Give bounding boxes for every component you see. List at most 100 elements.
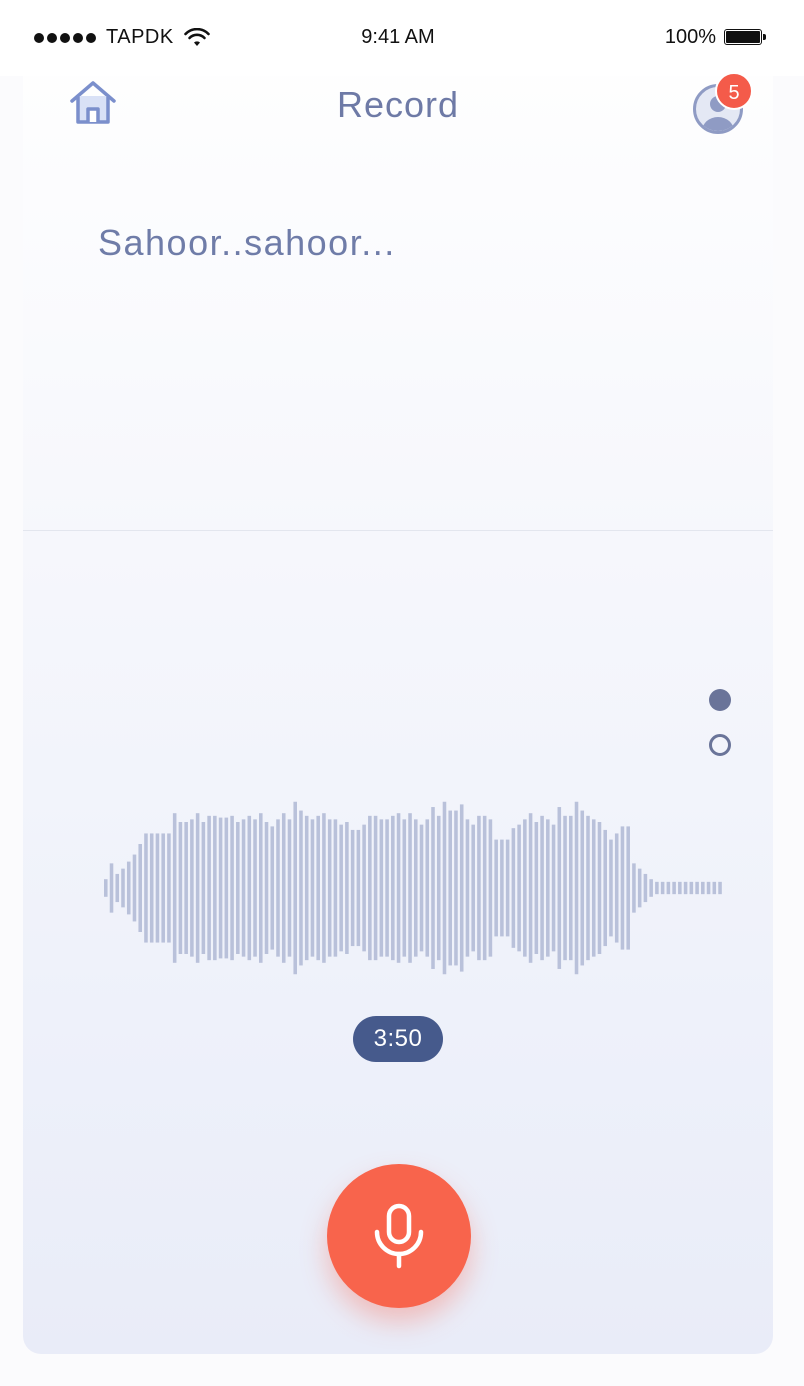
waveform-bar [517,824,521,952]
battery-percent: 100% [664,26,716,48]
waveform-bar [293,801,297,975]
waveform-bar [546,819,550,957]
status-right: 100% [665,26,766,49]
waveform-bar [373,815,378,961]
waveform-bar [350,829,355,947]
waveform-bar [540,815,544,961]
waveform-bar [471,824,475,952]
waveform-bar [402,819,407,957]
audio-waveform [104,801,722,975]
waveform-bar [121,868,125,908]
waveform-bar [609,839,613,937]
waveform-bar [385,819,389,957]
waveform-bar [563,815,567,961]
record-button[interactable] [327,1164,471,1308]
waveform-bar [391,815,395,961]
waveform-bar [172,813,177,963]
recording-timer: 3:50 [353,1016,443,1062]
navigation-bar: Record 5 [23,72,773,138]
waveform-bar [276,819,280,957]
waveform-bar [253,819,257,957]
waveform-bar [259,813,263,963]
waveform-bar [379,819,384,957]
waveform-bar [580,810,585,966]
waveform-bar [408,813,412,963]
waveform-bar [362,824,366,952]
waveform-bar [144,833,148,943]
waveform-bar [701,881,705,895]
waveform-bar [660,881,665,895]
waveform-bar [247,815,252,961]
waveform-bar [683,881,688,895]
waveform-bar [695,881,699,895]
waveform-bar [236,822,240,954]
waveform-bar [178,822,183,954]
waveform-bar [414,819,418,957]
waveform-bar [718,881,722,895]
waveform-bar [327,819,332,957]
waveform-bar [591,819,596,957]
waveform-bar [528,813,533,963]
status-bar: TAPDK 9:41 AM 100% [0,0,804,76]
waveform-bar [356,829,361,947]
waveform-bar [184,822,188,954]
waveform-bar [448,810,452,966]
waveform-bar [620,826,625,950]
waveform-bar [586,815,590,961]
waveform-bar [557,807,562,969]
waveform-bar [310,819,315,957]
waveform-bar [207,815,211,961]
waveform-bar [195,813,200,963]
waveform-bar [632,863,636,913]
waveform-bar [287,819,292,957]
waveform-bar [672,881,676,895]
waveform-bar [333,819,338,957]
page-title: Record [336,84,460,125]
waveform-bar [626,826,630,950]
waveform-bar [218,817,223,959]
waveform-bar [264,822,269,954]
waveform-bar [482,815,487,961]
waveform-bar [167,833,171,943]
microphone-icon [374,1203,424,1269]
waveform-bar [442,801,447,975]
page-indicator-active[interactable] [709,689,731,711]
waveform-bar [574,801,579,975]
waveform-bar [132,854,137,922]
waveform-bar [304,815,309,961]
waveform-bar [649,879,653,897]
waveform-bar [614,833,619,943]
waveform-bar [224,817,229,959]
waveform-bar [678,881,682,895]
waveform-bar [368,815,372,961]
waveform-bar [419,824,424,952]
waveform-bar [706,881,711,895]
waveform-bar [155,833,160,943]
waveform-bar [396,813,401,963]
waveform-bar [488,819,493,957]
waveform-bar [511,828,516,948]
waveform-bar [494,839,498,937]
section-divider [23,530,773,531]
app-screen [23,0,773,1354]
waveform-bar [241,819,246,957]
waveform-bar [104,879,108,897]
waveform-bar [270,826,275,950]
waveform-bar [213,815,217,961]
waveform-bar [643,873,648,903]
waveform-bar [138,844,142,932]
waveform-bar [597,822,602,954]
waveform-bar [454,810,458,966]
waveform-bar [465,819,470,957]
waveform-bar [299,810,303,966]
waveform-bar [339,824,343,952]
page-indicator-inactive[interactable] [709,734,731,756]
waveform-bar [551,824,556,952]
waveform-bar [431,807,435,969]
profile-button[interactable]: 5 [691,72,753,138]
waveform-bar [505,839,510,937]
transcript-text: Sahoor..sahoor... [98,222,396,263]
waveform-bar [316,815,320,961]
waveform-bar [534,822,539,954]
waveform-bar [436,815,441,961]
